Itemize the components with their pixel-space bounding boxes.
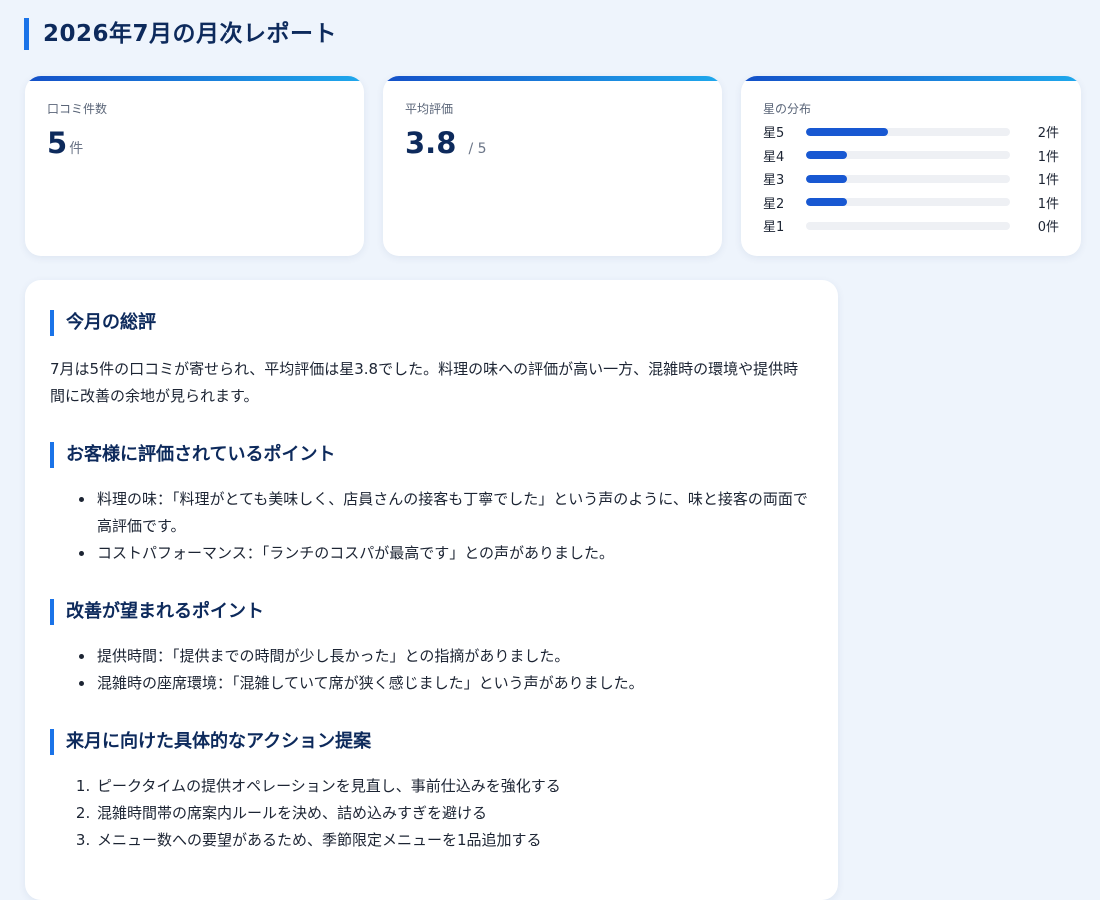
- report-panel: 今月の総評 7月は5件の口コミが寄せられ、平均評価は星3.8でした。料理の味への…: [25, 280, 838, 900]
- list-item: 混雑時間帯の席案内ルールを決め、詰め込みすぎを避ける: [95, 800, 813, 827]
- star-distribution-card: 星の分布 星5 2件 星4 1件 星3 1件 星2 1件 星1 0件: [741, 76, 1081, 256]
- average-rating-unit: / 5: [468, 141, 487, 157]
- star-row-3: 星3 1件: [763, 167, 1059, 191]
- actions-heading: 来月に向けた具体的なアクション提案: [50, 729, 813, 755]
- star-row-bar-fill: [806, 174, 847, 183]
- average-rating-number: 3.8: [405, 126, 457, 160]
- star-row-bar-fill: [806, 151, 847, 160]
- star-row-label: 星2: [763, 196, 785, 212]
- star-row-label: 星3: [763, 173, 785, 189]
- average-rating-card: 平均評価 3.8 / 5: [383, 76, 722, 256]
- actions-list: ピークタイムの提供オペレーションを見直し、事前仕込みを強化する 混雑時間帯の席案…: [50, 773, 813, 854]
- star-row-label: 星4: [763, 149, 785, 165]
- star-row-count: 2件: [1037, 126, 1059, 142]
- star-row-count: 0件: [1037, 220, 1059, 236]
- star-row-label: 星5: [763, 126, 785, 142]
- star-row-count: 1件: [1037, 149, 1059, 165]
- list-item: コストパフォーマンス：「ランチのコスパが最高です」との声がありました。: [95, 540, 813, 567]
- star-row-count: 1件: [1037, 173, 1059, 189]
- star-distribution-label: 星の分布: [763, 102, 812, 116]
- strengths-list: 料理の味：「料理がとても美味しく、店員さんの接客も丁寧でした」という声のように、…: [50, 486, 813, 567]
- review-count-unit: 件: [69, 141, 84, 157]
- summary-heading: 今月の総評: [50, 310, 813, 336]
- summary-text: 7月は5件の口コミが寄せられ、平均評価は星3.8でした。料理の味への評価が高い一…: [50, 360, 799, 405]
- review-count-card: 口コミ件数 5件: [25, 76, 364, 256]
- star-row-bar-track: [806, 221, 1010, 230]
- list-item: ピークタイムの提供オペレーションを見直し、事前仕込みを強化する: [95, 773, 813, 800]
- star-row-5: 星5 2件: [763, 120, 1059, 144]
- list-item: 料理の味：「料理がとても美味しく、店員さんの接客も丁寧でした」という声のように、…: [95, 486, 813, 540]
- strengths-heading: お客様に評価されているポイント: [50, 442, 813, 468]
- star-row-bar-track: [806, 198, 1010, 207]
- average-rating-value: 3.8 / 5: [405, 126, 487, 160]
- star-row-1: 星1 0件: [763, 214, 1059, 238]
- star-row-bar-track: [806, 151, 1010, 160]
- star-row-label: 星1: [763, 220, 785, 236]
- review-count-value: 5件: [47, 126, 83, 160]
- star-row-bar-fill: [806, 127, 888, 136]
- average-rating-label: 平均評価: [405, 102, 454, 116]
- star-row-2: 星2 1件: [763, 191, 1059, 215]
- star-row-bar-fill: [806, 198, 847, 207]
- review-count-label: 口コミ件数: [47, 102, 108, 116]
- review-count-number: 5: [47, 126, 68, 160]
- star-distribution-list: 星5 2件 星4 1件 星3 1件 星2 1件 星1 0件: [763, 120, 1059, 238]
- star-row-4: 星4 1件: [763, 144, 1059, 168]
- improvements-heading: 改善が望まれるポイント: [50, 599, 813, 625]
- star-row-bar-track: [806, 127, 1010, 136]
- star-row-bar-track: [806, 174, 1010, 183]
- list-item: 提供時間：「提供までの時間が少し長かった」との指摘がありました。: [95, 643, 813, 670]
- list-item: メニュー数への要望があるため、季節限定メニューを1品追加する: [95, 827, 813, 854]
- star-row-count: 1件: [1037, 196, 1059, 212]
- improvements-list: 提供時間：「提供までの時間が少し長かった」との指摘がありました。 混雑時の座席環…: [50, 643, 813, 697]
- list-item: 混雑時の座席環境：「混雑していて席が狭く感じました」という声がありました。: [95, 670, 813, 697]
- page-title: 2026年7月の月次レポート: [24, 18, 337, 50]
